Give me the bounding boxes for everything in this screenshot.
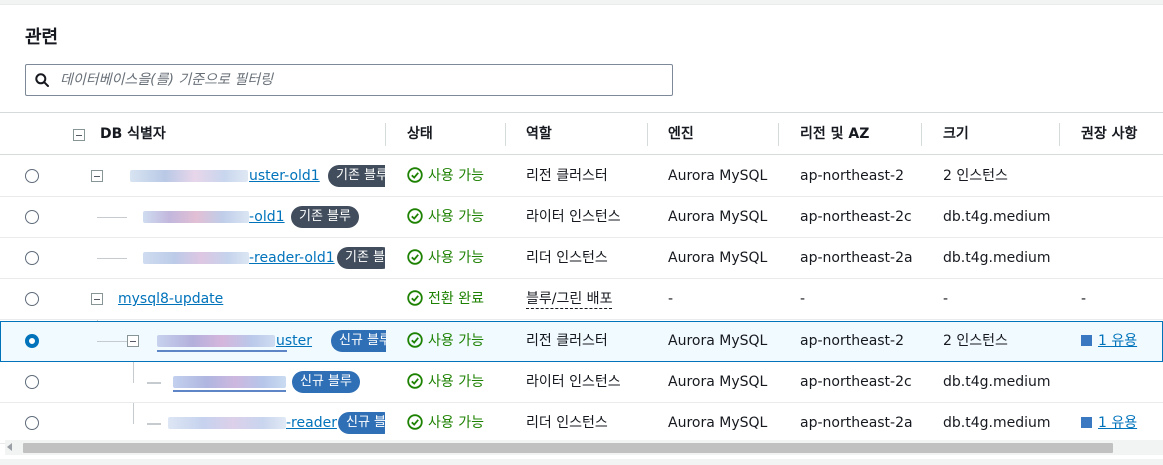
region-cell: ap-northeast-2a bbox=[800, 250, 913, 266]
role-cell: 리전 클러스터 bbox=[526, 333, 608, 349]
db-id-link[interactable]: -reader bbox=[286, 403, 337, 444]
section-title: 관련 bbox=[25, 27, 59, 48]
status-cell: 사용 가능 bbox=[407, 156, 484, 197]
row-radio[interactable] bbox=[25, 416, 39, 430]
row-radio-selected[interactable] bbox=[25, 334, 39, 348]
rec-cell: 1 유용 bbox=[1081, 403, 1137, 444]
table-row[interactable]: mysql8-update 전환 완료 블루/그린 배포 - - - - bbox=[0, 279, 1163, 320]
info-square-icon bbox=[1081, 335, 1092, 346]
scroll-left-icon[interactable] bbox=[7, 443, 12, 451]
rec-link[interactable]: 1 유용 bbox=[1098, 333, 1137, 349]
role-cell: 리더 인스턴스 bbox=[526, 415, 608, 431]
badge: 기존 블루 bbox=[328, 165, 385, 187]
row-radio[interactable] bbox=[25, 169, 39, 183]
row-radio[interactable] bbox=[25, 375, 39, 389]
db-id-link[interactable]: mysql8-update bbox=[118, 279, 223, 320]
check-circle-icon bbox=[407, 332, 423, 348]
col-size[interactable]: 크기 bbox=[943, 113, 969, 156]
table-header: DB 식별자 상태 역할 엔진 리전 및 AZ 크기 권장 사항 bbox=[0, 112, 1163, 155]
rec-link[interactable]: 1 유용 bbox=[1098, 415, 1137, 431]
role-tooltip-text[interactable]: 블루/그린 배포 bbox=[526, 290, 613, 309]
size-cell: db.t4g.medium bbox=[943, 374, 1051, 390]
search-icon bbox=[35, 73, 49, 87]
role-cell: 라이터 인스턴스 bbox=[526, 209, 621, 225]
size-cell: 2 인스턴스 bbox=[943, 168, 1008, 184]
engine-cell: Aurora MySQL bbox=[668, 333, 768, 349]
col-db-id[interactable]: DB 식별자 bbox=[100, 113, 166, 156]
row-radio[interactable] bbox=[25, 292, 39, 306]
status-cell: 전환 완료 bbox=[407, 279, 484, 320]
table-row-selected[interactable]: uster 신규 블루 사용 가능 리전 클러스터 Aurora MySQL a… bbox=[0, 321, 1163, 362]
table-row[interactable]: -old1 기존 블루 사용 가능 라이터 인스턴스 Aurora MySQL … bbox=[0, 197, 1163, 238]
size-cell: db.t4g.medium bbox=[943, 415, 1051, 431]
role-cell: 리더 인스턴스 bbox=[526, 250, 608, 266]
col-status[interactable]: 상태 bbox=[407, 113, 433, 156]
info-square-icon bbox=[1081, 417, 1092, 428]
horizontal-scrollbar[interactable] bbox=[5, 440, 1163, 455]
badge: 기존 블 bbox=[337, 247, 385, 269]
size-cell: db.t4g.medium bbox=[943, 209, 1051, 225]
status-cell: 사용 가능 bbox=[407, 238, 484, 279]
search-input[interactable] bbox=[60, 68, 660, 92]
check-circle-icon bbox=[407, 208, 423, 224]
region-cell: ap-northeast-2a bbox=[800, 415, 913, 431]
role-cell: 블루/그린 배포 bbox=[526, 279, 613, 320]
row-radio[interactable] bbox=[25, 251, 39, 265]
col-role[interactable]: 역할 bbox=[526, 113, 552, 156]
related-panel: 관련 DB 식별자 상태 역할 엔 bbox=[0, 4, 1163, 459]
table-row[interactable]: -reader-old1 기존 블 사용 가능 리더 인스턴스 Aurora M… bbox=[0, 238, 1163, 279]
region-cell: ap-northeast-2 bbox=[800, 168, 905, 184]
check-circle-icon bbox=[407, 414, 423, 430]
collapse-icon[interactable] bbox=[91, 170, 103, 182]
table-row[interactable]: -reader 신규 블 사용 가능 리더 인스턴스 Aurora MySQL … bbox=[0, 403, 1163, 444]
collapse-icon[interactable] bbox=[91, 293, 103, 305]
check-circle-icon bbox=[407, 167, 423, 183]
engine-cell: Aurora MySQL bbox=[668, 415, 768, 431]
check-circle-icon bbox=[407, 373, 423, 389]
check-circle-icon bbox=[407, 290, 423, 306]
db-id-link[interactable]: -reader-old1 bbox=[249, 238, 335, 279]
region-cell: ap-northeast-2c bbox=[800, 374, 912, 390]
db-id-link[interactable]: uster-old1 bbox=[249, 156, 320, 197]
scrollbar-thumb[interactable] bbox=[23, 443, 1113, 453]
badge: 기존 블루 bbox=[291, 206, 359, 228]
status-cell: 사용 가능 bbox=[407, 197, 484, 238]
status-cell: 사용 가능 bbox=[407, 362, 484, 403]
table-row[interactable]: uster-old1 기존 블루 사용 가능 리전 클러스터 Aurora My… bbox=[0, 156, 1163, 197]
row-radio[interactable] bbox=[25, 210, 39, 224]
check-circle-icon bbox=[407, 249, 423, 265]
collapse-icon[interactable] bbox=[127, 335, 139, 347]
collapse-all-icon[interactable] bbox=[73, 129, 85, 141]
rec-cell: 1 유용 bbox=[1081, 321, 1137, 362]
role-cell: 라이터 인스턴스 bbox=[526, 374, 621, 390]
db-id-link[interactable]: -old1 bbox=[249, 197, 285, 238]
region-cell: - bbox=[800, 291, 806, 307]
col-engine[interactable]: 엔진 bbox=[668, 113, 694, 156]
col-recommendations[interactable]: 권장 사항 bbox=[1081, 113, 1137, 156]
badge: 신규 블 bbox=[338, 412, 385, 434]
size-cell: 2 인스턴스 bbox=[943, 333, 1008, 349]
badge: 신규 블루 bbox=[331, 330, 386, 352]
engine-cell: - bbox=[668, 291, 674, 307]
status-cell: 사용 가능 bbox=[407, 403, 484, 444]
region-cell: ap-northeast-2c bbox=[800, 209, 912, 225]
status-cell: 사용 가능 bbox=[407, 321, 484, 362]
engine-cell: Aurora MySQL bbox=[668, 250, 768, 266]
col-region[interactable]: 리전 및 AZ bbox=[800, 113, 869, 156]
engine-cell: Aurora MySQL bbox=[668, 209, 768, 225]
badge: 신규 블루 bbox=[292, 371, 360, 393]
engine-cell: Aurora MySQL bbox=[668, 374, 768, 390]
table-row[interactable]: 신규 블루 사용 가능 라이터 인스턴스 Aurora MySQL ap-nor… bbox=[0, 362, 1163, 403]
search-box[interactable] bbox=[25, 64, 673, 96]
rec-cell: - bbox=[1081, 291, 1087, 307]
role-cell: 리전 클러스터 bbox=[526, 168, 608, 184]
size-cell: db.t4g.medium bbox=[943, 250, 1051, 266]
region-cell: ap-northeast-2 bbox=[800, 333, 905, 349]
db-id-link[interactable]: uster bbox=[276, 322, 312, 362]
engine-cell: Aurora MySQL bbox=[668, 168, 768, 184]
size-cell: - bbox=[943, 291, 949, 307]
